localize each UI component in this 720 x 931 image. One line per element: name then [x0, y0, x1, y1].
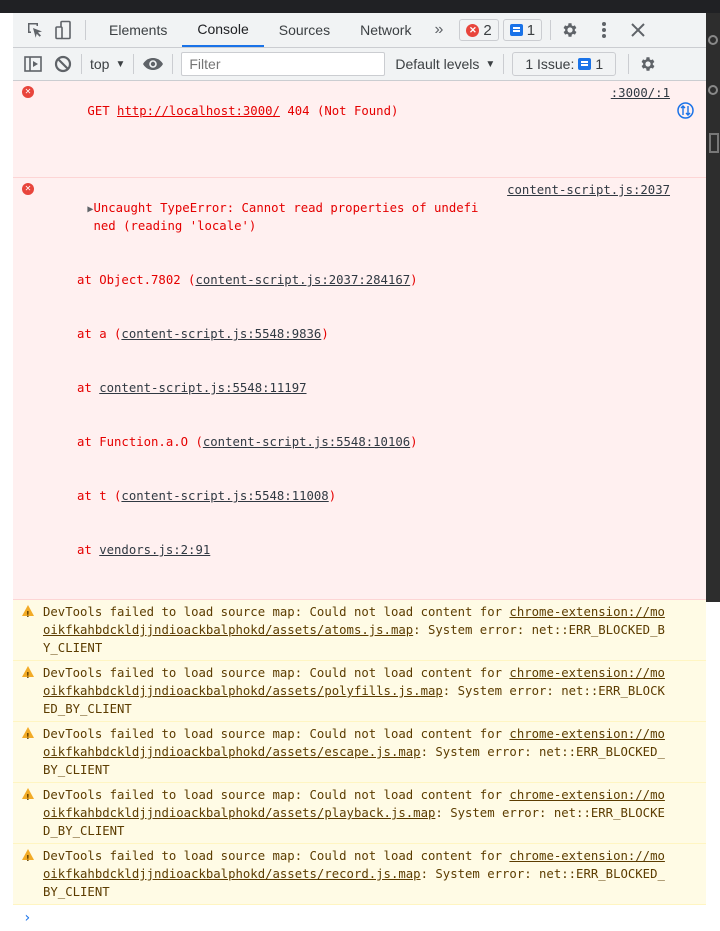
console-message-warning: DevTools failed to load source map: Coul…: [13, 661, 706, 722]
stack-frame: at t (content-script.js:5548:11008): [77, 489, 337, 503]
settings-gear-icon[interactable]: [559, 19, 581, 41]
stack-frame-link[interactable]: vendors.js:2:91: [99, 543, 210, 557]
warning-icon: [22, 666, 34, 685]
prompt-chevron-icon: ›: [23, 910, 32, 926]
dropdown-arrow-icon: ▼: [115, 58, 126, 70]
error-icon: ✕: [22, 86, 34, 98]
log-levels-label: Default levels: [395, 56, 480, 72]
request-status: 404 (Not Found): [287, 104, 399, 118]
warning-icon: [22, 727, 34, 746]
sidebar-toggle-icon[interactable]: [23, 54, 43, 74]
more-options-icon[interactable]: [593, 19, 615, 41]
stack-frame-link[interactable]: content-script.js:2037:284167: [195, 273, 410, 287]
dropdown-arrow-icon: ▼: [485, 58, 496, 70]
source-link[interactable]: content-script.js:2037: [507, 181, 670, 199]
divider: [628, 54, 630, 74]
stack-frame-link[interactable]: content-script.js:5548:11008: [121, 489, 328, 503]
divider: [172, 54, 174, 74]
context-selector[interactable]: top ▼: [90, 56, 125, 72]
console-message-warning: DevTools failed to load source map: Coul…: [13, 844, 706, 905]
warning-icon: [22, 605, 34, 624]
message-icon: [509, 24, 523, 36]
message-count-badge[interactable]: 1: [502, 19, 543, 41]
console-messages: ✕ GET http://localhost:3000/ 404 (Not Fou…: [13, 81, 706, 931]
stack-frame: at Object.7802 (content-script.js:2037:2…: [77, 273, 418, 287]
side-gear-icon: [708, 35, 718, 45]
device-toolbar-icon[interactable]: [53, 20, 73, 40]
console-settings-gear-icon[interactable]: [637, 53, 659, 75]
side-panel-strip: [706, 13, 720, 602]
stack-frame: at Function.a.O (content-script.js:5548:…: [77, 435, 418, 449]
devtools-panel: Elements Console Sources Network » ✕ 2 1: [13, 13, 706, 926]
tab-console[interactable]: Console: [182, 13, 264, 47]
stack-frame: at vendors.js:2:91: [77, 543, 211, 557]
stack-frame: at a (content-script.js:5548:9836): [77, 327, 329, 341]
console-message-error: ✕ ▶Uncaught TypeError: Cannot read proper…: [13, 178, 706, 600]
request-method: GET: [87, 104, 110, 118]
error-icon: ✕: [466, 23, 480, 37]
issues-label: 1 Issue:: [525, 56, 575, 72]
context-value: top: [90, 56, 110, 72]
issues-count: 1: [595, 56, 604, 72]
console-message-warning: DevTools failed to load source map: Coul…: [13, 600, 706, 661]
console-prompt[interactable]: ›: [13, 905, 706, 931]
error-icon: ✕: [22, 183, 34, 195]
error-count: 2: [483, 21, 492, 39]
stack-frame-link[interactable]: content-script.js:5548:10106: [203, 435, 410, 449]
tab-elements[interactable]: Elements: [94, 13, 182, 47]
warning-icon: [22, 788, 34, 807]
console-message-warning: DevTools failed to load source map: Coul…: [13, 722, 706, 783]
tab-sources[interactable]: Sources: [264, 13, 345, 47]
side-gear-icon-2: [708, 85, 718, 95]
side-panel-icon: [709, 133, 719, 153]
divider: [550, 20, 552, 40]
issues-button[interactable]: 1 Issue: 1: [512, 52, 617, 76]
console-message-error: ✕ GET http://localhost:3000/ 404 (Not Fou…: [13, 81, 706, 178]
clear-console-icon[interactable]: [53, 54, 73, 74]
network-request-icon[interactable]: [618, 84, 694, 142]
inspect-element-icon[interactable]: [25, 20, 45, 40]
stack-frame: at content-script.js:5548:11197: [77, 381, 307, 395]
console-toolbar: top ▼ Default levels ▼ 1 Issue: 1: [13, 48, 706, 81]
issue-message-icon: [578, 58, 592, 70]
close-icon[interactable]: [627, 19, 649, 41]
request-url-link[interactable]: http://localhost:3000/: [117, 104, 280, 118]
filter-input[interactable]: [181, 52, 386, 76]
message-count: 1: [526, 21, 536, 39]
stack-frame-link[interactable]: content-script.js:5548:11197: [99, 381, 306, 395]
tab-network[interactable]: Network: [345, 13, 426, 47]
divider: [133, 54, 135, 74]
divider: [503, 54, 505, 74]
divider: [85, 20, 86, 40]
error-count-badge[interactable]: ✕ 2: [459, 19, 499, 41]
more-tabs-button[interactable]: »: [426, 13, 451, 47]
error-text: Uncaught TypeError: Cannot read properti…: [93, 201, 479, 233]
stack-frame-link[interactable]: content-script.js:5548:9836: [121, 327, 321, 341]
console-message-warning: DevTools failed to load source map: Coul…: [13, 783, 706, 844]
window-top-bar: [0, 0, 720, 13]
warning-icon: [22, 849, 34, 868]
devtools-tab-bar: Elements Console Sources Network » ✕ 2 1: [13, 13, 706, 48]
log-levels-dropdown[interactable]: Default levels ▼: [395, 56, 495, 72]
divider: [81, 54, 82, 74]
live-expression-eye-icon[interactable]: [142, 54, 164, 74]
